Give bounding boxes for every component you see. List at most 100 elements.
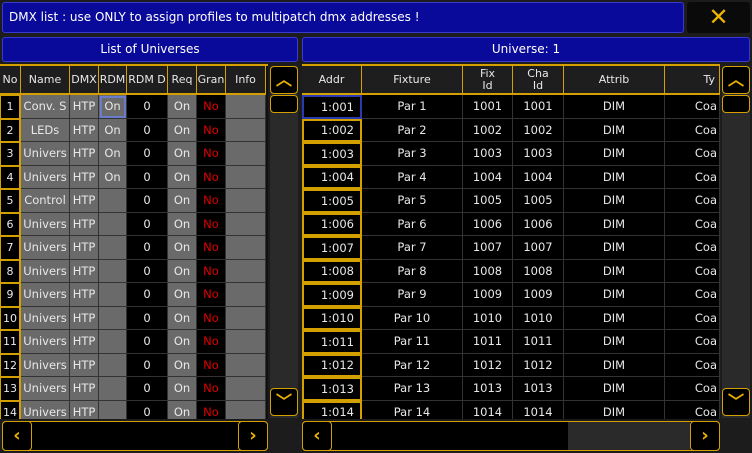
type-cell[interactable]: Coa <box>665 306 720 330</box>
fixture-cell[interactable]: Par 14 <box>362 400 463 419</box>
table-row[interactable]: 1:011 Par 11 1011 1011 DIM Coa <box>302 330 720 354</box>
dmx-mode-cell[interactable]: HTP <box>70 95 99 119</box>
info-cell[interactable] <box>226 283 266 307</box>
fixture-id-cell[interactable]: 1013 <box>463 377 513 401</box>
channel-id-cell[interactable]: 1013 <box>513 377 564 401</box>
attribute-cell[interactable]: DIM <box>564 95 665 119</box>
channels-vertical-scrollbar[interactable] <box>722 66 750 418</box>
type-cell[interactable]: Coa <box>665 353 720 377</box>
number-cell[interactable]: 5 <box>0 189 21 213</box>
fixture-id-cell[interactable]: 1010 <box>463 306 513 330</box>
info-cell[interactable] <box>226 306 266 330</box>
request-cell[interactable]: On <box>168 165 197 189</box>
type-cell[interactable]: Coa <box>665 118 720 142</box>
close-button[interactable]: ✕ <box>687 2 750 33</box>
scroll-down-button[interactable]: ﹀ <box>270 388 298 416</box>
request-cell[interactable]: On <box>168 95 197 119</box>
channel-id-cell[interactable]: 1009 <box>513 283 564 307</box>
attribute-cell[interactable]: DIM <box>564 142 665 166</box>
universes-horizontal-scrollbar[interactable] <box>2 421 268 451</box>
attribute-cell[interactable]: DIM <box>564 118 665 142</box>
name-cell[interactable]: Univers <box>21 236 70 260</box>
name-cell[interactable]: Univers <box>21 377 70 401</box>
table-row[interactable]: 10 Univers HTP 0 On No <box>0 306 268 330</box>
rdm-devices-cell[interactable]: 0 <box>127 118 168 142</box>
type-cell[interactable]: Coa <box>665 95 720 119</box>
grand-cell[interactable]: No <box>197 189 226 213</box>
table-row[interactable]: 4 Univers HTP On 0 On No <box>0 165 268 189</box>
rdm-cell[interactable] <box>99 212 127 236</box>
number-cell[interactable]: 10 <box>0 306 21 330</box>
info-cell[interactable] <box>226 259 266 283</box>
attribute-cell[interactable]: DIM <box>564 283 665 307</box>
request-cell[interactable]: On <box>168 306 197 330</box>
attribute-cell[interactable]: DIM <box>564 353 665 377</box>
name-cell[interactable]: Univers <box>21 165 70 189</box>
table-row[interactable]: 5 Control HTP 0 On No <box>0 189 268 213</box>
grand-cell[interactable]: No <box>197 212 226 236</box>
scroll-up-button[interactable]: ︿ <box>270 66 298 94</box>
table-row[interactable]: 8 Univers HTP 0 On No <box>0 259 268 283</box>
rdm-devices-cell[interactable]: 0 <box>127 306 168 330</box>
number-cell[interactable]: 2 <box>0 118 21 142</box>
name-cell[interactable]: Univers <box>21 212 70 236</box>
scroll-right-button[interactable]: › <box>238 421 268 451</box>
attribute-cell[interactable]: DIM <box>564 236 665 260</box>
rdm-cell[interactable] <box>99 330 127 354</box>
rdm-cell[interactable] <box>99 236 127 260</box>
rdm-devices-cell[interactable]: 0 <box>127 353 168 377</box>
scroll-down-button[interactable]: ﹀ <box>722 388 750 416</box>
fixture-id-cell[interactable]: 1001 <box>463 95 513 119</box>
attribute-cell[interactable]: DIM <box>564 165 665 189</box>
column-header-rdm[interactable]: RDM <box>99 66 127 95</box>
address-cell[interactable]: 1:007 <box>302 236 362 260</box>
fixture-cell[interactable]: Par 5 <box>362 189 463 213</box>
attribute-cell[interactable]: DIM <box>564 259 665 283</box>
info-cell[interactable] <box>226 189 266 213</box>
name-cell[interactable]: Univers <box>21 330 70 354</box>
fixture-cell[interactable]: Par 7 <box>362 236 463 260</box>
address-cell[interactable]: 1:001 <box>302 95 362 119</box>
attribute-cell[interactable]: DIM <box>564 330 665 354</box>
grand-cell[interactable]: No <box>197 165 226 189</box>
number-cell[interactable]: 8 <box>0 259 21 283</box>
request-cell[interactable]: On <box>168 330 197 354</box>
column-header-dmx[interactable]: DMX <box>70 66 99 95</box>
attribute-cell[interactable]: DIM <box>564 306 665 330</box>
grand-cell[interactable]: No <box>197 306 226 330</box>
name-cell[interactable]: Univers <box>21 400 70 419</box>
type-cell[interactable]: Coa <box>665 259 720 283</box>
type-cell[interactable]: Coa <box>665 330 720 354</box>
attribute-cell[interactable]: DIM <box>564 400 665 419</box>
dmx-mode-cell[interactable]: HTP <box>70 400 99 419</box>
scroll-thumb[interactable] <box>270 95 298 113</box>
column-header-attrib[interactable]: Attrib <box>564 66 665 95</box>
dmx-mode-cell[interactable]: HTP <box>70 330 99 354</box>
number-cell[interactable]: 3 <box>0 142 21 166</box>
channel-id-cell[interactable]: 1002 <box>513 118 564 142</box>
channel-id-cell[interactable]: 1008 <box>513 259 564 283</box>
request-cell[interactable]: On <box>168 189 197 213</box>
fixture-cell[interactable]: Par 10 <box>362 306 463 330</box>
number-cell[interactable]: 1 <box>0 95 21 119</box>
column-header-no[interactable]: No <box>0 66 21 95</box>
address-cell[interactable]: 1:010 <box>302 306 362 330</box>
column-header-cha-id[interactable]: Cha Id <box>513 66 564 95</box>
fixture-cell[interactable]: Par 2 <box>362 118 463 142</box>
info-cell[interactable] <box>226 353 266 377</box>
fixture-id-cell[interactable]: 1003 <box>463 142 513 166</box>
column-header-rdm-d[interactable]: RDM D <box>127 66 168 95</box>
fixture-cell[interactable]: Par 6 <box>362 212 463 236</box>
fixture-cell[interactable]: Par 3 <box>362 142 463 166</box>
info-cell[interactable] <box>226 95 266 119</box>
channel-id-cell[interactable]: 1010 <box>513 306 564 330</box>
table-row[interactable]: 1:009 Par 9 1009 1009 DIM Coa <box>302 283 720 307</box>
request-cell[interactable]: On <box>168 236 197 260</box>
address-cell[interactable]: 1:008 <box>302 259 362 283</box>
name-cell[interactable]: Control <box>21 189 70 213</box>
rdm-cell[interactable] <box>99 400 127 419</box>
rdm-cell[interactable] <box>99 259 127 283</box>
name-cell[interactable]: Univers <box>21 259 70 283</box>
fixture-id-cell[interactable]: 1004 <box>463 165 513 189</box>
info-cell[interactable] <box>226 236 266 260</box>
